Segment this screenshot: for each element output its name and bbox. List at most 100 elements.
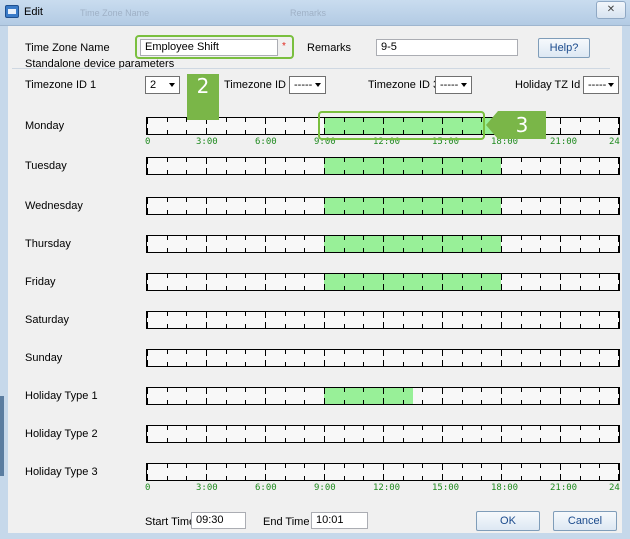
timeline-tick (599, 170, 601, 174)
timeline-tick (147, 284, 148, 290)
cancel-button[interactable]: Cancel (553, 511, 617, 531)
timeline-tick (560, 246, 561, 252)
timeline-tick (245, 464, 247, 468)
timeline-tick (618, 168, 619, 174)
active-time-segment[interactable] (324, 198, 501, 214)
close-button[interactable]: ✕ (596, 1, 626, 19)
timeline-tick (402, 476, 404, 480)
remarks-input[interactable]: 9-5 (376, 39, 518, 56)
timeline-tick (560, 436, 561, 442)
timeline-tick (520, 362, 522, 366)
active-time-segment[interactable] (324, 388, 413, 404)
timeline-tick (599, 198, 601, 202)
timezone-id-2-select[interactable]: ----- (289, 76, 326, 94)
end-time-input[interactable]: 10:01 (311, 512, 368, 529)
timeline-track[interactable] (146, 463, 620, 481)
timeline-track[interactable] (146, 425, 620, 443)
timeline-tick (383, 158, 384, 164)
timeline-track[interactable] (146, 311, 620, 329)
timeline-tick (343, 476, 345, 480)
timeline-tick (225, 286, 227, 290)
timeline-track[interactable] (146, 197, 620, 215)
timeline-tick (284, 158, 286, 162)
timeline-tick (579, 158, 581, 162)
timeline-tick (540, 324, 542, 328)
timeline-tick (560, 388, 561, 394)
timeline-tick (186, 286, 188, 290)
timeline-track[interactable] (146, 235, 620, 253)
timeline-tick (402, 210, 404, 214)
timeline-tick (618, 426, 619, 432)
timezone-id-1-select[interactable]: 2 (145, 76, 180, 94)
timeline-tick (284, 248, 286, 252)
timeline-track[interactable] (146, 273, 620, 291)
axis-tick-label: 24 (609, 483, 620, 493)
timeline-tick (442, 158, 443, 164)
timeline-tick (166, 198, 168, 202)
timezone-id-3-select[interactable]: ----- (435, 76, 472, 94)
ok-button[interactable]: OK (476, 511, 540, 531)
timeline-tick (186, 438, 188, 442)
timeline-tick (579, 388, 581, 392)
timeline-tick (501, 274, 502, 280)
timeline-tick (461, 476, 463, 480)
timeline-tick (166, 438, 168, 442)
timeline-tick (383, 312, 384, 318)
start-time-input[interactable]: 09:30 (191, 512, 246, 529)
timeline-tick (501, 312, 502, 318)
axis-tick-label: 21:00 (550, 483, 578, 493)
timeline-tick (501, 474, 502, 480)
timeline-tick (304, 118, 306, 122)
timeline-tick (618, 198, 619, 204)
active-time-segment[interactable] (324, 236, 501, 252)
axis-tick-label: 15:00 (432, 483, 460, 493)
timeline-track[interactable] (146, 349, 620, 367)
timeline-tick (186, 170, 188, 174)
timeline-tick (147, 246, 148, 252)
timeline-tick (579, 324, 581, 328)
help-button[interactable]: Help? (538, 38, 590, 58)
timeline-tick (225, 158, 227, 162)
timeline-tick (560, 198, 561, 204)
timeline-tick (186, 350, 188, 354)
timeline-tick (284, 476, 286, 480)
timeline-tick (442, 436, 443, 442)
timeline-tick (599, 286, 601, 290)
timeline-tick (579, 170, 581, 174)
step-marker-3-number: 3 (515, 113, 529, 137)
timeline-tick (383, 284, 384, 290)
timeline-tick (324, 284, 325, 290)
timeline-tick (206, 208, 207, 214)
timeline-tick (520, 400, 522, 404)
timeline-tick (324, 398, 325, 404)
timeline-tick (304, 464, 306, 468)
timeline-track[interactable] (146, 157, 620, 175)
holiday-tz-id-select[interactable]: ----- (583, 76, 619, 94)
axis-tick-label: 21:00 (550, 137, 578, 147)
timeline-tick (579, 400, 581, 404)
holiday-tz-id-label: Holiday TZ Id (515, 79, 581, 91)
timeline-tick (206, 246, 207, 252)
timeline-tick (501, 198, 502, 204)
active-time-segment[interactable] (324, 274, 501, 290)
timeline-tick (206, 398, 207, 404)
timeline-tick (284, 400, 286, 404)
timeline-tick (402, 286, 404, 290)
timeline-tick (343, 210, 345, 214)
timeline-tick (520, 324, 522, 328)
active-time-segment[interactable] (324, 158, 501, 174)
timeline-tick (461, 236, 463, 240)
timeline-tick (304, 236, 306, 240)
timeline-tick (579, 464, 581, 468)
timeline-tick (560, 208, 561, 214)
axis-tick-label: 0 (145, 483, 151, 493)
timeline-tick (147, 118, 148, 124)
axis-tick-label: 9:00 (314, 483, 336, 493)
timeline-tick (363, 170, 365, 174)
timeline-tick (166, 400, 168, 404)
timeline-tick (265, 426, 266, 432)
timeline-tick (343, 236, 345, 240)
timeline-track[interactable] (146, 387, 620, 405)
timeline-tick (245, 312, 247, 316)
timeline-tick (186, 464, 188, 468)
